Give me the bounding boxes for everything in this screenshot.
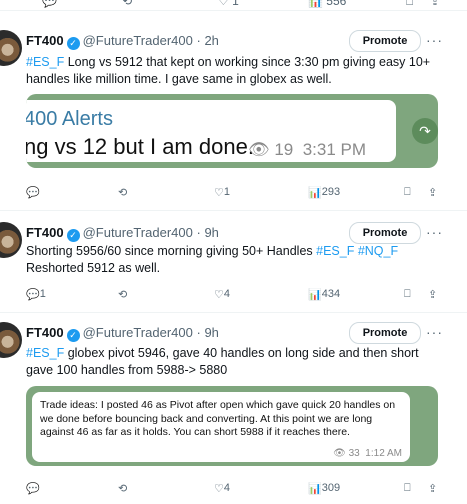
bookmark-icon[interactable]: ⎕ <box>404 288 411 301</box>
more-icon[interactable]: ··· <box>426 324 443 340</box>
tweet-actions: 💬 ⟲ ♡ 1 📊 293 ⎕ ⇪ <box>26 186 446 202</box>
retweet-icon[interactable]: ⟲ <box>118 482 127 495</box>
avatar[interactable] <box>0 322 22 358</box>
views-icon[interactable]: 📊 556 <box>308 0 346 8</box>
hashtag[interactable]: #ES_F <box>316 244 354 258</box>
chat-bubble: Trade ideas: I posted 46 as Pivot after … <box>32 392 410 462</box>
more-icon[interactable]: ··· <box>426 224 443 240</box>
tweet-actions: 💬 ⟲ ♡ 4 📊 309 ⎕ ⇪ <box>26 482 446 498</box>
retweet-icon[interactable]: ⟲ <box>122 0 132 8</box>
like-icon[interactable]: ♡ 1 <box>214 186 230 199</box>
display-name[interactable]: FT400 <box>26 33 64 48</box>
timestamp[interactable]: 9h <box>204 225 218 240</box>
media-image[interactable]: Trade ideas: I posted 46 as Pivot after … <box>26 386 438 466</box>
share-icon[interactable]: ⇪ <box>428 288 437 301</box>
display-name[interactable]: FT400 <box>26 225 64 240</box>
tweet-header: FT400 ✓ @FutureTrader400 · 9h <box>26 325 219 342</box>
reply-count: 1 <box>39 288 46 300</box>
reply-icon[interactable]: 💬 <box>26 482 40 495</box>
tweet[interactable]: FT400 ✓ @FutureTrader400 · 9h Promote ··· … <box>0 214 467 313</box>
promote-button[interactable]: Promote <box>349 322 421 344</box>
promote-button[interactable]: Promote <box>349 30 421 52</box>
like-icon[interactable]: ♡ 4 <box>214 482 230 495</box>
display-name[interactable]: FT400 <box>26 325 64 340</box>
share-arrow-icon: ↷ <box>412 118 438 144</box>
media-image[interactable]: 400 Alerts ng vs 12 but I am done. 👁 19 … <box>26 94 438 168</box>
eye-icon: 👁 <box>248 140 270 159</box>
retweet-icon[interactable]: ⟲ <box>118 186 127 199</box>
views-count: 293 <box>321 186 341 198</box>
tweet-text: Shorting 5956/60 since morning giving 50… <box>26 244 399 275</box>
alert-meta: 👁 19 3:31 PM <box>248 140 367 159</box>
share-icon[interactable]: ⇪ <box>430 0 440 8</box>
tweet[interactable]: FT400 ✓ @FutureTrader400 · 9h Promote ··· … <box>0 314 467 504</box>
user-handle[interactable]: @FutureTrader400 <box>83 325 193 340</box>
alert-body: ng vs 12 but I am done. <box>26 134 254 159</box>
tweet-header: FT400 ✓ @FutureTrader400 · 2h <box>26 33 219 50</box>
like-count: 1 <box>232 0 239 8</box>
views-count: 556 <box>326 0 347 8</box>
bookmark-icon[interactable]: ⎕ <box>404 482 411 495</box>
reply-icon[interactable]: 💬 <box>42 0 57 8</box>
bookmark-icon[interactable]: ⎕ <box>404 186 411 199</box>
avatar[interactable] <box>0 222 22 258</box>
verified-icon: ✓ <box>66 37 80 50</box>
reply-icon[interactable]: 💬 <box>26 186 40 199</box>
share-icon[interactable]: ⇪ <box>428 482 437 495</box>
user-handle[interactable]: @FutureTrader400 <box>83 33 193 48</box>
share-icon[interactable]: ⇪ <box>428 186 437 199</box>
verified-icon: ✓ <box>66 229 80 242</box>
views-count: 309 <box>321 482 341 494</box>
alert-meta: 👁 33 1:12 AM <box>333 448 402 459</box>
views-count: 434 <box>321 288 341 300</box>
verified-icon: ✓ <box>66 329 80 342</box>
like-count: 1 <box>223 186 230 198</box>
tweet-header: FT400 ✓ @FutureTrader400 · 9h <box>26 225 219 242</box>
views-icon[interactable]: 📊 293 <box>308 186 340 199</box>
promote-button[interactable]: Promote <box>349 222 421 244</box>
tweet[interactable]: FT400 ✓ @FutureTrader400 · 2h Promote ··· … <box>0 20 467 211</box>
hashtag[interactable]: #NQ_F <box>358 244 398 258</box>
chat-bubble: 400 Alerts ng vs 12 but I am done. 👁 19 … <box>26 100 396 162</box>
tweet-actions: 💬 1 ⟲ ♡ 4 📊 434 ⎕ ⇪ <box>26 288 446 304</box>
timestamp[interactable]: 9h <box>204 325 218 340</box>
retweet-icon[interactable]: ⟲ <box>118 288 127 301</box>
user-handle[interactable]: @FutureTrader400 <box>83 225 193 240</box>
avatar[interactable] <box>0 30 22 66</box>
timeline: 💬 ⟲ ♡ 1 📊 556 ⎕ ⇪ FT400 ✓ @FutureTrader400… <box>0 0 467 504</box>
alert-body: Trade ideas: I posted 46 as Pivot after … <box>40 399 396 438</box>
like-icon[interactable]: ♡ 1 <box>218 0 239 8</box>
alert-title: 400 Alerts <box>26 108 113 130</box>
timestamp[interactable]: 2h <box>204 33 218 48</box>
tweet-text: #ES_F globex pivot 5946, gave 40 handles… <box>26 346 419 377</box>
like-count: 4 <box>223 482 230 494</box>
previous-tweet-actions: 💬 ⟲ ♡ 1 📊 556 ⎕ ⇪ <box>0 0 467 11</box>
more-icon[interactable]: ··· <box>426 32 443 48</box>
hashtag[interactable]: #ES_F <box>26 346 64 360</box>
bookmark-icon[interactable]: ⎕ <box>406 0 413 9</box>
views-icon[interactable]: 📊 309 <box>308 482 340 495</box>
reply-icon[interactable]: 💬 1 <box>26 288 46 301</box>
like-icon[interactable]: ♡ 4 <box>214 288 230 301</box>
like-count: 4 <box>223 288 230 300</box>
views-icon[interactable]: 📊 434 <box>308 288 340 301</box>
tweet-text: #ES_F Long vs 5912 that kept on working … <box>26 55 431 86</box>
hashtag[interactable]: #ES_F <box>26 55 64 69</box>
eye-icon: 👁 <box>333 448 346 459</box>
